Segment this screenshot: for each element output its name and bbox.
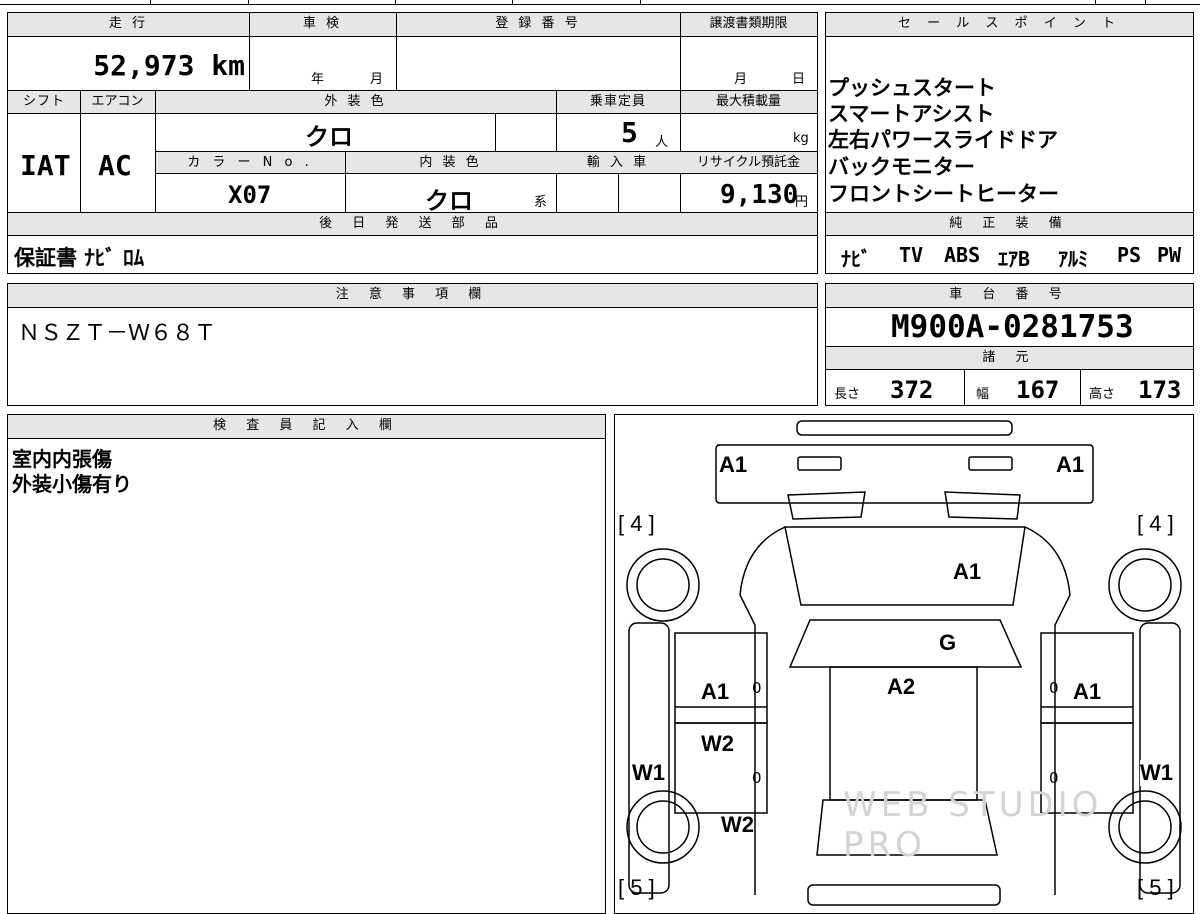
capacity-label: 乗車定員 xyxy=(589,94,646,109)
color-no-value: X07 xyxy=(228,181,272,209)
chassis-specs-box: 車 台 番 号 M900A-0281753 諸 元 長さ 372 幅 167 高… xyxy=(825,283,1194,406)
recycle-unit: 円 xyxy=(795,195,809,210)
width-label: 幅 xyxy=(976,387,990,402)
notes-box: 注 意 事 項 欄 ＮＳＺＴ－Ｗ６８Ｔ xyxy=(7,283,818,406)
sales-point-item: スマートアシスト xyxy=(828,102,995,126)
length-value: 372 xyxy=(890,376,934,404)
mileage-value: 52,973 km xyxy=(93,49,245,82)
import-label: 輸 入 車 xyxy=(586,155,650,170)
exterior-color-label: 外 装 色 xyxy=(324,94,387,109)
interior-color-label: 内 装 色 xyxy=(419,155,482,170)
color-no-label: カ ラ ー N o . xyxy=(187,155,313,170)
inspection-year-unit: 年 xyxy=(311,72,325,87)
damage-mark: A2 xyxy=(887,674,916,699)
vehicle-info-grid: 走 行 車 検 登 録 番 号 譲渡書類期限 52,973 km 年 月 月 日… xyxy=(7,12,818,274)
max-load-label: 最大積載量 xyxy=(715,94,781,109)
sales-points-box: セ ー ル ス ポ イ ン ト プッシュスタート スマートアシスト 左右パワース… xyxy=(825,12,1194,274)
mileage-label: 走 行 xyxy=(108,16,149,31)
damage-mark: A1 xyxy=(701,679,730,704)
recycle-label: リサイクル預託金 xyxy=(696,155,801,170)
length-label: 長さ xyxy=(834,387,861,402)
inspector-box: 検 査 員 記 入 欄 室内内張傷 外装小傷有り xyxy=(7,414,606,914)
zero-mark: 0 xyxy=(1049,679,1059,697)
equipment-item: PS xyxy=(1117,243,1142,267)
chassis-value: M900A-0281753 xyxy=(891,309,1134,345)
inspection-label: 車 検 xyxy=(302,16,343,31)
equipment-item: PW xyxy=(1157,243,1182,267)
equipment-label: 純 正 装 備 xyxy=(949,216,1070,231)
later-parts-label: 後 日 発 送 部 品 xyxy=(319,216,506,231)
transfer-day-unit: 日 xyxy=(792,72,806,87)
tire-front-right-label: [ 4 ] xyxy=(1137,511,1174,536)
tire-front-left-label: [ 4 ] xyxy=(618,511,655,536)
damage-mark: G xyxy=(939,630,957,655)
top-strip xyxy=(0,0,1200,5)
notes-value: ＮＳＺＴ－Ｗ６８Ｔ xyxy=(18,321,217,346)
height-label: 高さ xyxy=(1089,387,1116,402)
damage-mark: W1 xyxy=(1140,760,1173,786)
shift-value: IAT xyxy=(20,149,71,182)
height-value: 173 xyxy=(1138,376,1182,404)
vehicle-diagram: [ 4 ] [ 4 ] [ 5 ] [ 5 ] A1 A1 A1 G A2 A1… xyxy=(614,414,1194,914)
sales-points-label: セ ー ル ス ポ イ ン ト xyxy=(898,16,1121,31)
sales-point-item: 左右パワースライドドア xyxy=(828,128,1058,152)
width-value: 167 xyxy=(1016,376,1060,404)
equipment-item: ﾅﾋﾞ xyxy=(841,247,871,271)
aircon-label: エアコン xyxy=(91,94,144,109)
transfer-month-unit: 月 xyxy=(734,72,748,87)
aircon-value: AC xyxy=(98,149,132,182)
equipment-item: ｱﾙﾐ xyxy=(1058,247,1088,271)
tire-rear-right-label: [ 5 ] xyxy=(1137,875,1174,900)
registration-label: 登 録 番 号 xyxy=(495,16,581,31)
damage-mark: W2 xyxy=(721,812,754,837)
recycle-value: 9,130 xyxy=(720,180,799,210)
zero-mark: 0 xyxy=(752,679,762,697)
later-parts-value: 保証書 ﾅﾋﾞ ﾛﾑ xyxy=(14,246,145,270)
damage-mark: W2 xyxy=(701,731,734,756)
exterior-color-value: クロ xyxy=(305,123,353,151)
notes-label: 注 意 事 項 欄 xyxy=(335,287,490,302)
max-load-unit: kg xyxy=(793,131,809,146)
inspection-month-unit: 月 xyxy=(370,72,384,87)
transfer-label: 譲渡書類期限 xyxy=(709,16,788,31)
equipment-item: ｴｱB xyxy=(998,247,1031,271)
equipment-item: ABS xyxy=(944,243,981,267)
specs-label: 諸 元 xyxy=(982,350,1037,365)
sales-point-item: バックモニター xyxy=(828,155,975,179)
tire-rear-left-label: [ 5 ] xyxy=(618,875,655,900)
sales-point-item: プッシュスタート xyxy=(828,76,996,100)
watermark: WEB STUDIO PRO xyxy=(843,785,1103,865)
inspector-label: 検 査 員 記 入 欄 xyxy=(213,418,400,433)
chassis-label: 車 台 番 号 xyxy=(949,287,1070,302)
damage-mark: A1 xyxy=(953,559,982,584)
damage-mark: A1 xyxy=(719,452,748,477)
damage-mark: W1 xyxy=(632,760,665,786)
interior-color-value: クロ xyxy=(425,187,473,215)
capacity-value: 5 xyxy=(621,116,638,149)
shift-label: シフト xyxy=(22,94,65,109)
zero-mark: 0 xyxy=(752,769,762,787)
damage-mark: A1 xyxy=(1056,452,1085,477)
damage-mark: A1 xyxy=(1073,679,1102,704)
sales-point-item: フロントシートヒーター xyxy=(828,182,1059,206)
inspector-line: 外装小傷有り xyxy=(12,472,132,496)
equipment-item: TV xyxy=(899,243,924,267)
capacity-unit: 人 xyxy=(655,135,669,150)
interior-color-suffix: 系 xyxy=(534,195,548,210)
